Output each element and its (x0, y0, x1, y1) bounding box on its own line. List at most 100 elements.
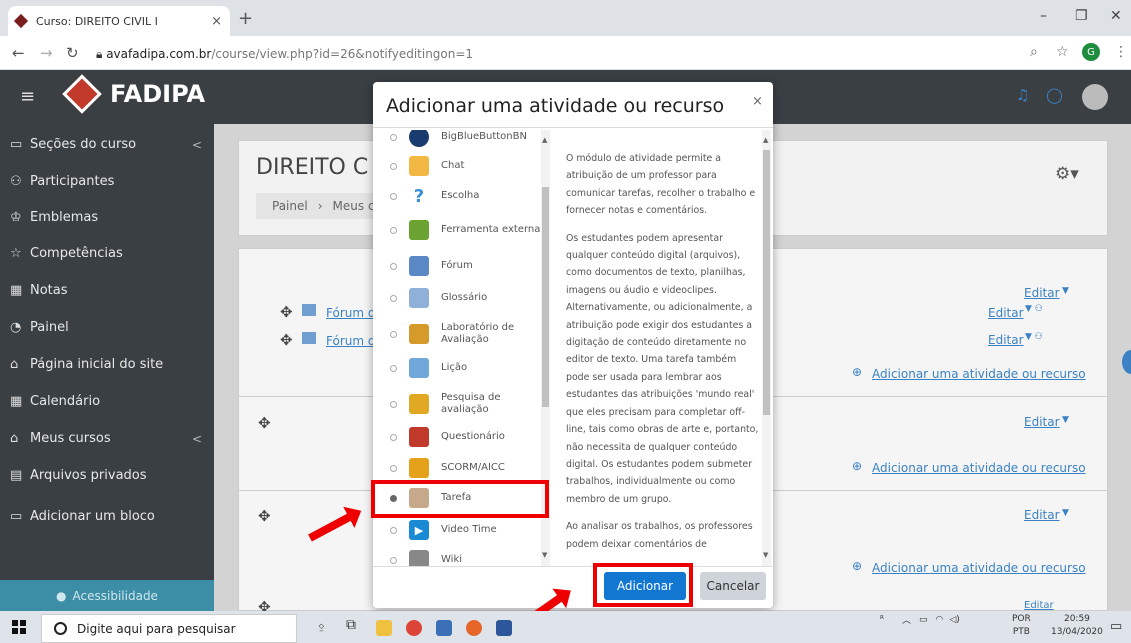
taskbar-clock[interactable]: 20:59 13/04/2020 (1051, 613, 1103, 639)
sidebar-item-adicionar-bloco[interactable]: ▭ Adicionar um bloco (10, 509, 155, 524)
system-tray[interactable]: ᴿ ︿ ▭ ◠ ◁) (880, 613, 960, 627)
activity-option[interactable]: Glossário (380, 288, 548, 308)
radio-button[interactable] (390, 464, 397, 472)
radio-button[interactable] (390, 133, 397, 141)
sidebar-item-label: Seções do curso (30, 137, 137, 152)
task-view-icon[interactable]: ⧉ (346, 617, 356, 633)
lock-icon: 🔒︎ (96, 47, 107, 61)
radio-button[interactable] (390, 556, 397, 564)
user-avatar[interactable] (1082, 84, 1108, 110)
activity-option[interactable]: Wiki (380, 550, 548, 566)
activity-option[interactable]: Questionário (380, 427, 548, 447)
gear-icon[interactable]: ⚙▾ (1055, 164, 1079, 184)
teams-icon[interactable] (436, 620, 452, 636)
breadcrumb-item[interactable]: Meus c (333, 199, 375, 213)
browser-menu-icon[interactable]: ⋮ (1114, 44, 1128, 60)
activity-option[interactable]: Pesquisa de avaliação (380, 392, 548, 416)
edit-menu[interactable]: Editar (1024, 415, 1060, 429)
notifications-bell-icon[interactable]: ♫ (1016, 86, 1029, 104)
chevron-left-icon[interactable]: < (192, 432, 202, 446)
accessibility-button[interactable]: ● Acessibilidade (0, 580, 214, 611)
input-language[interactable]: POR PTB (1012, 613, 1031, 639)
radio-button[interactable] (390, 294, 397, 302)
modal-close-icon[interactable]: × (752, 94, 763, 109)
sidebar-item-secoes[interactable]: ▭ Seções do curso (10, 137, 136, 152)
move-icon[interactable]: ✥ (258, 507, 271, 525)
profile-avatar[interactable]: G (1082, 43, 1100, 61)
radio-button[interactable] (390, 262, 397, 270)
add-activity-link[interactable]: Adicionar uma atividade ou recurso (872, 561, 1086, 575)
radio-button[interactable] (390, 192, 397, 200)
radio-button[interactable] (390, 226, 397, 234)
new-tab-button[interactable]: + (238, 8, 253, 29)
sidebar-item-painel[interactable]: ◔ Painel (10, 320, 69, 335)
forum-link[interactable]: Fórum d (326, 334, 375, 348)
activity-option[interactable]: Ferramenta externa (380, 220, 548, 240)
scroll-down-icon[interactable]: ▼ (763, 551, 768, 559)
microphone-icon[interactable]: ⍚ (318, 618, 326, 633)
sidebar-item-arquivos[interactable]: ▤ Arquivos privados (10, 468, 147, 483)
activity-option[interactable]: ? Escolha (380, 186, 548, 207)
list-scrollbar-thumb[interactable] (542, 187, 549, 407)
url-field[interactable]: 🔒︎ avafadipa.com.br/course/view.php?id=2… (96, 47, 473, 62)
forum-link[interactable]: Fórum d (326, 306, 375, 320)
activity-option[interactable]: BigBlueButtonBN (380, 130, 548, 147)
edit-menu[interactable]: Editar (988, 333, 1024, 347)
activity-option[interactable]: ▶ Video Time (380, 520, 548, 540)
chrome-icon[interactable] (406, 620, 422, 636)
breadcrumb-item[interactable]: Painel (272, 199, 308, 213)
activity-option[interactable]: Chat (380, 156, 548, 176)
chevron-left-icon[interactable]: < (192, 138, 202, 152)
sidebar-item-competencias[interactable]: ☆ Competências (10, 246, 123, 261)
messages-icon[interactable]: ◯ (1046, 86, 1063, 104)
help-scrollbar-thumb[interactable] (763, 150, 770, 415)
scroll-up-icon[interactable]: ▲ (542, 136, 547, 144)
edit-menu[interactable]: Editar (1024, 286, 1060, 300)
move-icon[interactable]: ✥ (280, 331, 293, 349)
move-icon[interactable]: ✥ (258, 414, 271, 432)
activity-option[interactable]: Laboratório de Avaliação (380, 322, 548, 346)
tab-close-icon[interactable]: × (211, 14, 222, 29)
firefox-icon[interactable] (466, 620, 482, 636)
radio-button[interactable] (390, 433, 397, 441)
edit-menu[interactable]: Editar (1024, 508, 1060, 522)
activity-option[interactable]: Fórum (380, 256, 548, 276)
file-explorer-icon[interactable] (376, 620, 392, 636)
sidebar-item-emblemas[interactable]: ♔ Emblemas (10, 210, 98, 225)
notification-center-icon[interactable]: ▭ (1110, 619, 1122, 634)
windows-start-icon[interactable] (12, 620, 26, 634)
edit-menu[interactable]: Editar (1024, 600, 1054, 611)
sidebar-item-participantes[interactable]: ⚇ Participantes (10, 174, 114, 189)
zoom-icon[interactable]: ⌕ (1030, 44, 1038, 60)
radio-button[interactable] (390, 162, 397, 170)
radio-button[interactable] (390, 364, 397, 372)
forward-icon[interactable]: → (40, 44, 53, 62)
sidebar-item-notas[interactable]: ▦ Notas (10, 283, 68, 298)
radio-button[interactable] (390, 400, 397, 408)
activity-option[interactable]: SCORM/AICC (380, 458, 548, 478)
radio-button[interactable] (390, 330, 397, 338)
minimize-icon[interactable]: – (1040, 8, 1047, 24)
activity-option[interactable]: Lição (380, 358, 548, 378)
sidebar-item-calendario[interactable]: ▦ Calendário (10, 394, 100, 409)
site-logo[interactable]: FADIPA (62, 74, 205, 114)
hamburger-menu-icon[interactable]: ≡ (20, 86, 35, 107)
sidebar-item-pagina-inicial[interactable]: ⌂ Página inicial do site (10, 357, 163, 372)
move-icon[interactable]: ✥ (280, 303, 293, 321)
bookmark-star-icon[interactable]: ☆ (1056, 44, 1069, 60)
sidebar-item-meus-cursos[interactable]: ⌂ Meus cursos (10, 431, 111, 446)
add-activity-link[interactable]: Adicionar uma atividade ou recurso (872, 461, 1086, 475)
reload-icon[interactable]: ↻ (66, 44, 79, 62)
word-icon[interactable] (496, 620, 512, 636)
back-icon[interactable]: ← (12, 44, 25, 62)
restore-icon[interactable]: ❐ (1075, 8, 1088, 24)
scroll-up-icon[interactable]: ▲ (763, 136, 768, 144)
taskbar-search[interactable]: Digite aqui para pesquisar (41, 614, 297, 643)
radio-button[interactable] (390, 526, 397, 534)
close-window-icon[interactable]: ✕ (1110, 8, 1122, 24)
add-activity-link[interactable]: Adicionar uma atividade ou recurso (872, 367, 1086, 381)
cancel-button[interactable]: Cancelar (700, 572, 766, 600)
edit-menu[interactable]: Editar (988, 306, 1024, 320)
scroll-down-icon[interactable]: ▼ (542, 551, 547, 559)
browser-tab[interactable]: Curso: DIREITO CIVIL I × (8, 6, 230, 36)
